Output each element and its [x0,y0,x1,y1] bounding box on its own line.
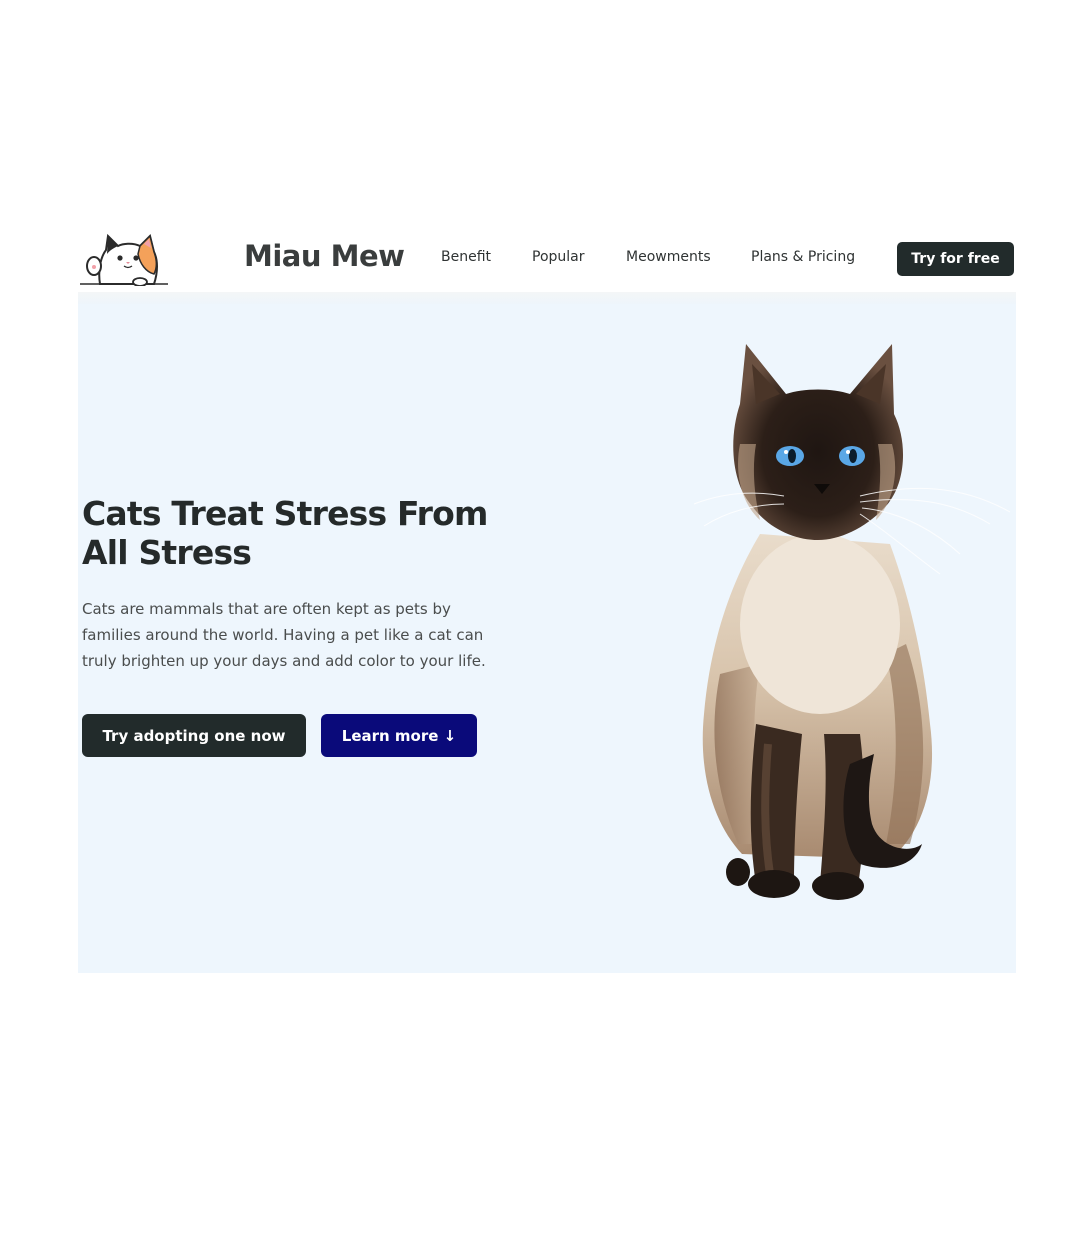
brand-name[interactable]: Miau Mew [244,239,405,273]
navbar-divider [78,292,1016,304]
try-adopting-button[interactable]: Try adopting one now [82,714,306,757]
hero-title: Cats Treat Stress From All Stress [82,494,488,572]
nav-link-popular[interactable]: Popular [532,249,585,265]
siamese-cat-image [690,344,1016,909]
hero-section: Cats Treat Stress From All Stress Cats a… [78,304,1016,973]
hero-description: Cats are mammals that are often kept as … [82,600,486,670]
navbar: Miau Mew Benefit Popular Meowments Plans… [78,222,1016,294]
cat-logo-icon[interactable] [78,228,170,287]
try-for-free-button[interactable]: Try for free [897,242,1014,276]
nav-link-benefit[interactable]: Benefit [441,249,491,265]
learn-more-button[interactable]: Learn more ↓ [321,714,477,757]
nav-link-meowments[interactable]: Meowments [626,249,711,265]
nav-link-plans-pricing[interactable]: Plans & Pricing [751,249,855,265]
